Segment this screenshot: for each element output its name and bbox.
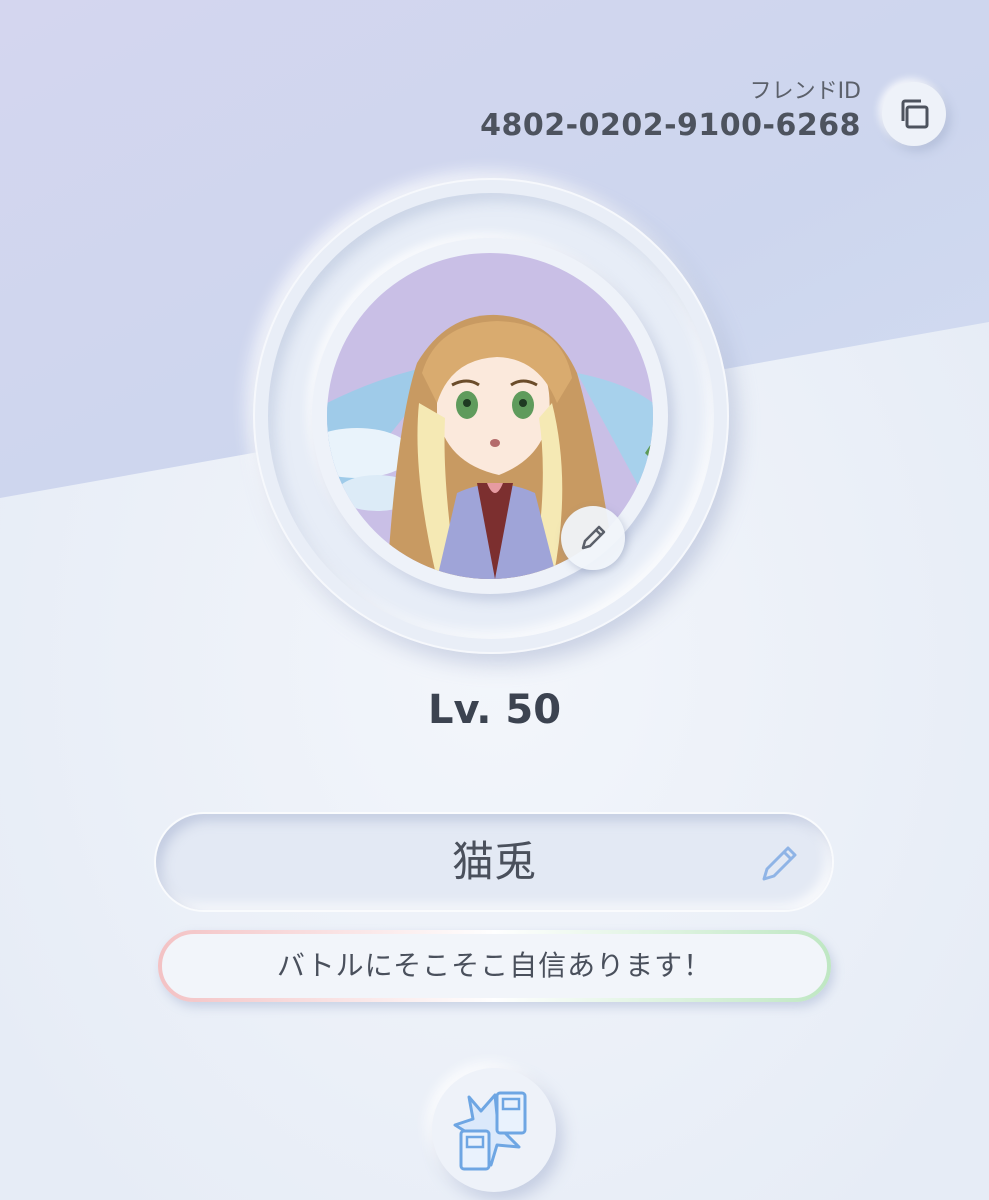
avatar-edit-button[interactable] [561, 506, 625, 570]
pencil-icon[interactable] [754, 838, 804, 888]
friend-id-value: 4802-0202-9100-6268 [480, 108, 861, 143]
player-level: Lv. 50 [427, 687, 562, 733]
card-exchange-icon [453, 1091, 527, 1171]
card-exchange-button[interactable] [432, 1068, 556, 1192]
profile-message: バトルにそこそこ自信あります！ [276, 949, 713, 982]
friend-id-label: フレンドID [749, 79, 861, 104]
copy-friend-id-button[interactable] [882, 82, 946, 146]
player-name-field[interactable]: 猫兎 [156, 814, 832, 910]
pencil-icon [581, 525, 606, 550]
player-name: 猫兎 [451, 837, 536, 886]
copy-icon [901, 99, 929, 129]
profile-message-field[interactable]: バトルにそこそこ自信あります！ [158, 930, 831, 1002]
profile-screen: フレンドID 4802-0202-9100-6268 Lv. 50 猫兎 バトル… [0, 0, 989, 1200]
friend-id-block: フレンドID 4802-0202-9100-6268 [480, 78, 861, 146]
